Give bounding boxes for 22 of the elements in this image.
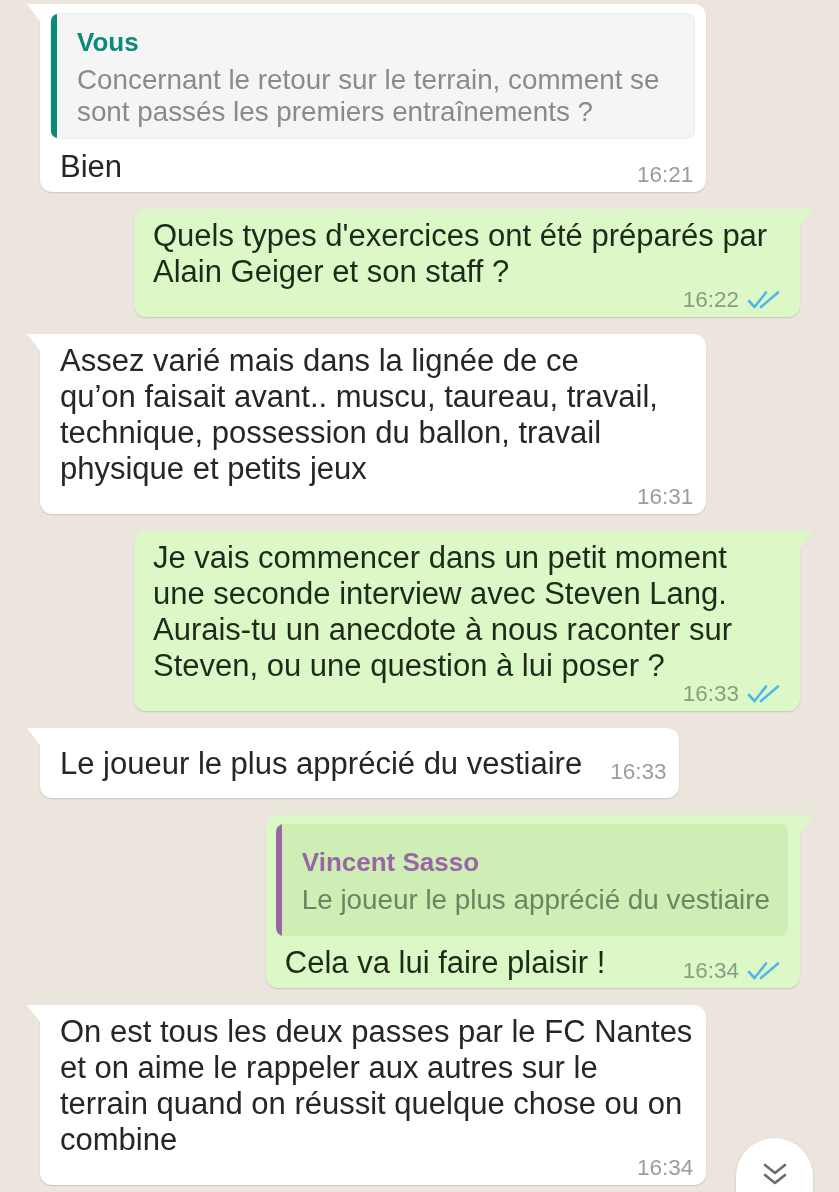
message-time: 16:31 [636, 487, 694, 507]
quote-text: Concernant le retour sur le terrain, comment se sont passés les premiers entraînements ? [77, 64, 661, 128]
quote-author: Vous [77, 26, 140, 58]
quoted-message[interactable]: Vous Concernant le retour sur le terrain, comment se sont passés les premiers entraînements ? [50, 13, 696, 139]
message-text: Le joueur le plus apprécié du vestiaire [60, 746, 583, 782]
message-text: Cela va lui faire plaisir ! [284, 945, 606, 981]
scroll-down-button[interactable] [736, 1138, 813, 1192]
message-time: 16:21 [636, 165, 694, 185]
message-text: On est tous les deux passes par le FC Nantes et on aime le rappeler aux autres sur le terrain quand on réussit quelque chose ou on combine [60, 1014, 694, 1158]
message-text: Je vais commencer dans un petit moment une seconde interview avec Steven Lang. Aurais-tu un anecdote à nous raconter sur Steven, ou une question à lui poser ? [153, 540, 733, 684]
double-chevron-down-icon [761, 1162, 788, 1186]
message-text: Assez varié mais dans la lignée de ce qu’on faisait avant.. muscu, taureau, travail, technique, possession du ballon, travail physique et petits jeux [60, 343, 659, 487]
message-time: 16:34 [636, 1158, 694, 1178]
quote-text: Le joueur le plus apprécié du vestiaire [301, 884, 770, 916]
quote-author: Vincent Sasso [301, 846, 481, 878]
message-time: 16:22 [682, 290, 739, 310]
message-text: Bien [60, 149, 123, 185]
quoted-message[interactable]: Vincent Sasso Le joueur le plus apprécié du vestiaire [275, 824, 788, 936]
message-text: Quels types d'exercices ont été préparés par Alain Geiger et son staff ? [153, 218, 769, 290]
message-time: 16:33 [610, 762, 667, 782]
message-time: 16:34 [682, 961, 739, 981]
message-time: 16:33 [682, 684, 739, 704]
